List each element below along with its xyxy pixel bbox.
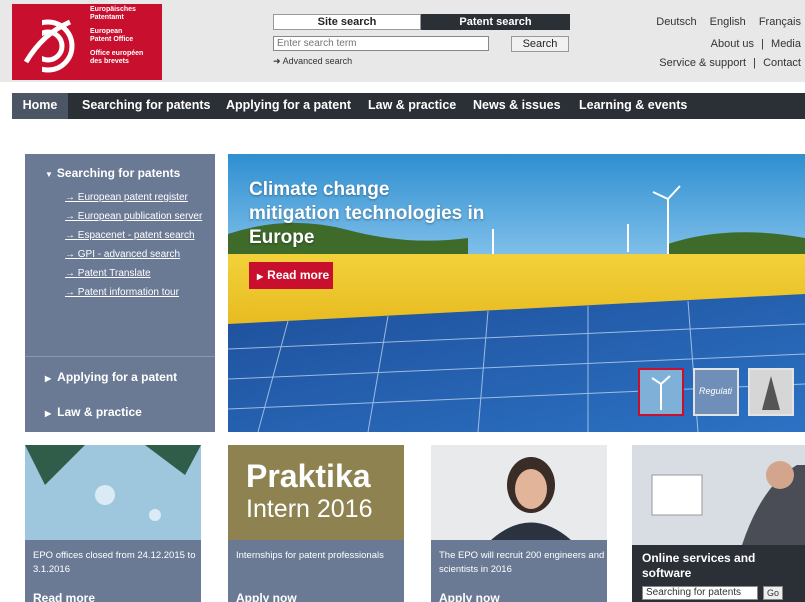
divider — [25, 356, 215, 357]
contact-link[interactable]: Contact — [763, 57, 801, 69]
hero-title-line: Europe — [249, 227, 315, 248]
lang-english[interactable]: English — [710, 16, 746, 28]
hero-read-more-button[interactable]: ▶ Read more — [249, 262, 333, 289]
main-nav: Home Searching for patents Applying for … — [12, 93, 805, 119]
nav-law-and-practice[interactable]: Law & practice — [368, 93, 456, 119]
sidebar-link-label: GPI - advanced search — [77, 249, 181, 260]
logo-text-line: Europäisches — [90, 6, 136, 13]
lang-deutsch[interactable]: Deutsch — [656, 16, 696, 28]
praktika-subtitle: Intern 2016 — [246, 495, 373, 523]
logo-text-line: European — [90, 28, 123, 35]
tab-patent-search[interactable]: Patent search — [421, 14, 570, 30]
hero-thumb-sculpture[interactable] — [748, 368, 794, 416]
separator: | — [753, 57, 757, 69]
wind-turbine-icon — [651, 375, 671, 410]
sidebar-link[interactable]: → Patent Translate — [65, 268, 151, 279]
service-support-link[interactable]: Service & support — [659, 57, 746, 69]
services-select-value: Searching for patents — [646, 587, 742, 598]
nav-applying-for-a-patent[interactable]: Applying for a patent — [226, 93, 351, 119]
epo-logo[interactable]: Europäisches Patentamt European Patent O… — [12, 4, 162, 80]
card-text: The EPO will recruit 200 engineers and s… — [439, 550, 605, 575]
sidebar-link-label: European patent register — [77, 192, 188, 203]
sidebar-section-applying[interactable]: ▶ Applying for a patent — [45, 370, 177, 384]
lang-francais[interactable]: Français — [759, 16, 801, 28]
sidebar-link[interactable]: → Espacenet - patent search — [65, 230, 195, 241]
nav-home[interactable]: Home — [12, 93, 68, 119]
hero-thumb-wind[interactable] — [638, 368, 684, 416]
sidebar-section-label: Law & practice — [57, 405, 142, 419]
epo-logo-icon — [18, 12, 75, 74]
sidebar-link-label: Patent information tour — [77, 287, 179, 298]
hero-read-more-label: Read more — [267, 268, 330, 282]
utility-links-top: About us | Media — [711, 38, 801, 50]
logo-text-line: Patent Office — [90, 36, 134, 43]
services-select[interactable]: Searching for patents — [642, 586, 758, 600]
sidebar-link[interactable]: → Patent information tour — [65, 287, 179, 298]
card-text: EPO offices closed from 24.12.2015 to 3.… — [33, 550, 196, 575]
search-input[interactable] — [273, 36, 489, 51]
hero-thumb-regulation[interactable]: Regulati — [693, 368, 739, 416]
triangle-right-icon: ▶ — [45, 409, 52, 418]
arrow-right-icon: → — [65, 230, 78, 241]
nav-learning-and-events[interactable]: Learning & events — [579, 93, 687, 119]
advanced-search-link[interactable]: ➜ Advanced search — [273, 56, 352, 67]
news-card-closure[interactable]: EPO offices closed from 24.12.2015 to 3.… — [25, 445, 201, 602]
praktika-title: Praktika — [246, 458, 371, 494]
thumb-label: Regulati — [699, 386, 733, 396]
triangle-right-icon: ▶ — [257, 272, 264, 281]
sidebar-section-law[interactable]: ▶ Law & practice — [45, 405, 142, 419]
arrow-right-icon: → — [65, 211, 78, 222]
praktika-banner: Praktika Intern 2016 — [228, 445, 404, 540]
separator: | — [761, 38, 764, 50]
online-services-photo — [632, 445, 805, 545]
apply-now-link[interactable]: Apply now — [236, 591, 297, 602]
sidebar-heading[interactable]: ▼ Searching for patents — [45, 166, 180, 180]
sidebar: ▼ Searching for patents → European patent… — [25, 154, 215, 432]
read-more-link[interactable]: Read more — [33, 591, 95, 602]
site-header: Europäisches Patentamt European Patent O… — [0, 0, 805, 82]
hero-banner[interactable]: Climate change mitigation technologies i… — [228, 154, 805, 432]
advanced-search-label: Advanced search — [282, 56, 353, 66]
arrow-right-icon: → — [65, 287, 78, 298]
about-us-link[interactable]: About us — [711, 38, 754, 50]
media-link[interactable]: Media — [771, 38, 801, 50]
sidebar-link-label: Espacenet - patent search — [77, 230, 195, 241]
arrow-right-icon: → — [65, 192, 78, 203]
news-card-internships[interactable]: Praktika Intern 2016 Internships for pat… — [228, 445, 404, 602]
apply-now-link[interactable]: Apply now — [439, 591, 500, 602]
logo-text-line: Patentamt — [90, 14, 124, 21]
go-button[interactable]: Go — [763, 586, 783, 600]
triangle-right-icon: ▶ — [45, 374, 52, 383]
online-services-title: Online services and software — [642, 551, 756, 580]
logo-text-line: Office européen — [90, 50, 144, 57]
sidebar-section-label: Applying for a patent — [57, 370, 178, 384]
nav-news-and-issues[interactable]: News & issues — [473, 93, 561, 119]
news-card-recruitment[interactable]: The EPO will recruit 200 engineers and s… — [431, 445, 607, 602]
sidebar-link[interactable]: → European patent register — [65, 192, 188, 203]
winter-image — [25, 445, 201, 540]
triangle-down-icon: ▼ — [45, 170, 53, 179]
hero-title-line: mitigation technologies in — [249, 203, 485, 224]
arrow-right-icon: → — [65, 249, 78, 260]
sidebar-link-label: European publication server — [77, 211, 203, 222]
sidebar-link[interactable]: → GPI - advanced search — [65, 249, 180, 260]
sidebar-link[interactable]: → European publication server — [65, 211, 202, 222]
search-button[interactable]: Search — [511, 36, 569, 52]
arrow-right-icon: ➜ — [273, 56, 281, 66]
hero-title: Climate change mitigation technologies i… — [249, 178, 539, 250]
online-services-panel: Online services and software Searching f… — [632, 445, 805, 602]
search-tabs: Site search Patent search — [273, 14, 570, 30]
sidebar-heading-label: Searching for patents — [56, 166, 181, 180]
person-photo — [431, 445, 607, 540]
nav-searching-for-patents[interactable]: Searching for patents — [82, 93, 211, 119]
card-text: Internships for patent professionals — [236, 550, 384, 561]
hero-title-line: Climate change — [249, 179, 390, 200]
logo-text-line: des brevets — [90, 58, 129, 65]
language-switcher: Deutsch English Français — [646, 16, 801, 28]
utility-links-bottom: Service & support | Contact — [659, 57, 801, 69]
arrow-right-icon: → — [65, 268, 78, 279]
sculpture-icon — [762, 376, 780, 410]
sidebar-link-label: Patent Translate — [77, 268, 151, 279]
tab-site-search[interactable]: Site search — [273, 14, 421, 30]
